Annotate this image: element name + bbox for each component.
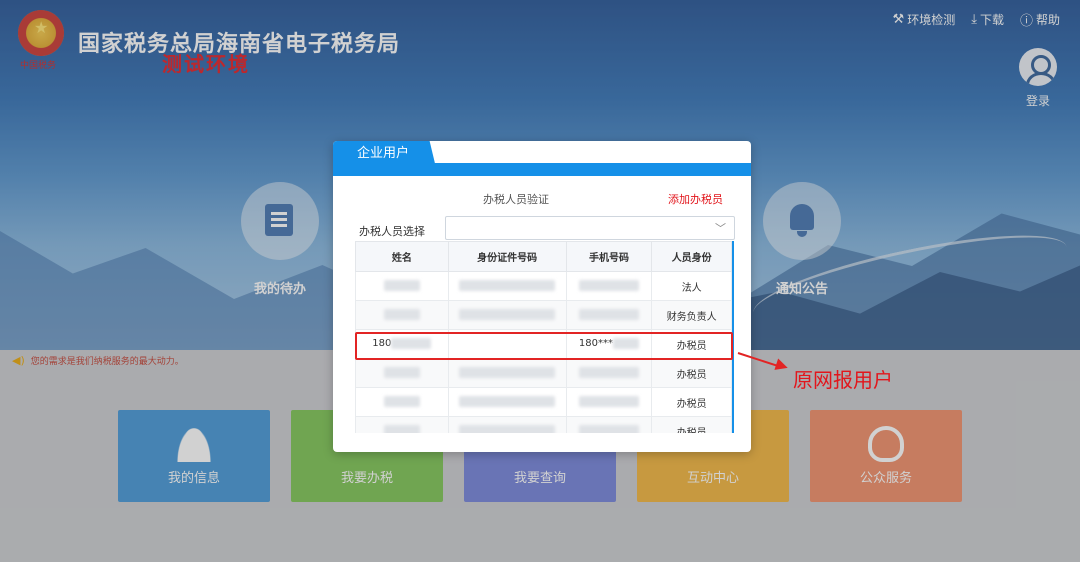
dialog-title: 办税人员验证 xyxy=(483,193,549,206)
masked-value xyxy=(578,396,639,408)
dialog-header: 企业用户 xyxy=(333,141,751,176)
table-header-row: 姓名 身份证件号码 手机号码 人员身份 xyxy=(355,241,732,272)
cell-id xyxy=(447,300,567,330)
masked-value xyxy=(578,425,639,433)
column-header-phone: 手机号码 xyxy=(565,241,653,272)
masked-value xyxy=(578,280,639,292)
cell-phone xyxy=(565,300,653,330)
cell-role: 法人 xyxy=(651,271,732,301)
cell-phone xyxy=(565,358,653,388)
cell-name xyxy=(355,300,449,330)
tab-enterprise-user[interactable]: 企业用户 xyxy=(333,141,438,176)
cell-role: 财务负责人 xyxy=(651,300,732,330)
annotation-label: 原网报用户 xyxy=(793,368,893,392)
cell-id xyxy=(447,358,567,388)
masked-value xyxy=(459,280,556,292)
masked-value xyxy=(578,367,639,379)
cell-role: 办税员 xyxy=(651,387,732,417)
masked-value xyxy=(383,309,420,321)
masked-value xyxy=(459,425,556,433)
masked-value xyxy=(383,396,420,408)
table-row[interactable]: 办税员 xyxy=(355,387,732,417)
column-header-role: 人员身份 xyxy=(651,241,732,272)
masked-value xyxy=(459,396,556,408)
table-row[interactable]: 办税员 xyxy=(355,358,732,388)
cell-name xyxy=(355,387,449,417)
cell-name xyxy=(355,416,449,433)
masked-value xyxy=(383,280,420,292)
table-row[interactable]: 法人 xyxy=(355,271,732,301)
masked-value xyxy=(383,425,420,433)
cell-phone xyxy=(565,271,653,301)
cell-name xyxy=(355,271,449,301)
cell-id xyxy=(447,387,567,417)
cell-role: 办税员 xyxy=(651,416,732,433)
cell-phone xyxy=(565,416,653,433)
staff-select[interactable]: ﹀ xyxy=(445,216,735,240)
cell-id xyxy=(447,416,567,433)
dialog-tab-notch xyxy=(433,149,751,163)
cell-phone xyxy=(565,387,653,417)
column-header-name: 姓名 xyxy=(355,241,449,272)
masked-value xyxy=(383,367,420,379)
cell-name xyxy=(355,358,449,388)
cell-id xyxy=(447,271,567,301)
masked-value xyxy=(578,309,639,321)
taxpayer-verification-dialog: 企业用户 办税人员验证 添加办税员 办税人员选择 ﹀ 姓名 身份证件号码 手机号… xyxy=(333,141,751,452)
chevron-down-icon: ﹀ xyxy=(715,222,726,235)
add-tax-staff-link[interactable]: 添加办税员 xyxy=(668,191,723,207)
column-header-id: 身份证件号码 xyxy=(447,241,567,272)
masked-value xyxy=(459,309,556,321)
staff-select-label: 办税人员选择 xyxy=(359,225,425,238)
table-row[interactable]: 财务负责人 xyxy=(355,300,732,330)
cell-role: 办税员 xyxy=(651,358,732,388)
highlight-box xyxy=(355,332,733,360)
masked-value xyxy=(459,367,556,379)
table-row[interactable]: 办税员 xyxy=(355,416,732,433)
